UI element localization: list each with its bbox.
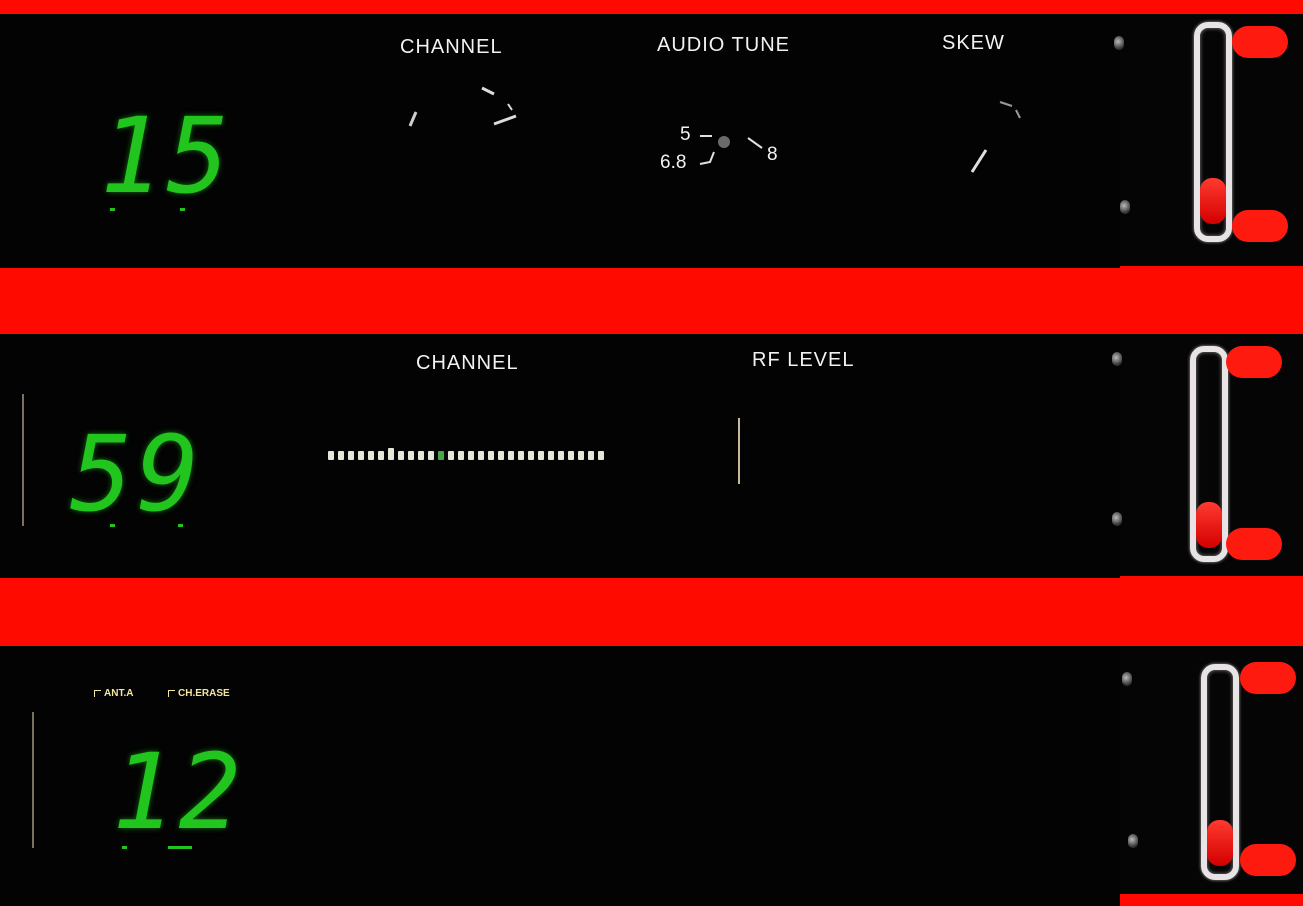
bar-segment — [518, 451, 524, 460]
bar-segment — [528, 451, 534, 460]
knob-tick — [408, 111, 418, 127]
bar-segment — [388, 448, 394, 460]
rack-screw — [1122, 672, 1132, 686]
receiver-rack-photo: 15 CHANNEL AUDIO TUNE SKEW 5 6.8 8 59 CH… — [0, 0, 1303, 906]
bar-segment — [538, 451, 544, 460]
bar-segment — [558, 451, 564, 460]
scale-tick — [747, 137, 763, 149]
red-rack-band — [0, 268, 1303, 334]
rack-screw — [1128, 834, 1138, 848]
channel-display-1: 15 — [100, 95, 234, 217]
bar-segment — [588, 451, 594, 460]
rack-screw — [1112, 512, 1122, 526]
rack-handle-2[interactable] — [1190, 346, 1228, 562]
bar-segment — [498, 451, 504, 460]
display-dot — [110, 208, 115, 211]
rack-screw — [1120, 200, 1130, 214]
channel-label: CHANNEL — [400, 36, 503, 58]
audio-tune-scale-6-8: 6.8 — [660, 152, 687, 173]
bar-segment — [418, 451, 424, 460]
bar-segment — [508, 451, 514, 460]
rack-red-tab — [1232, 210, 1288, 242]
channel-display-2: 59 — [70, 413, 204, 535]
rack-red-tab — [1232, 26, 1288, 58]
skew-knob-scale — [970, 101, 1021, 173]
bar-segment — [428, 451, 434, 460]
audio-tune-scale-5: 5 — [680, 124, 691, 145]
bar-segment — [478, 451, 484, 460]
rack-screw — [1112, 352, 1122, 366]
display-dot — [178, 524, 183, 527]
handle-red-grip — [1196, 502, 1222, 548]
channel-label: CHANNEL — [416, 352, 519, 374]
knob-tick — [999, 101, 1013, 107]
bar-segment — [368, 451, 374, 460]
bar-segment — [568, 451, 574, 460]
red-rack-band-bottom — [1120, 894, 1303, 906]
bar-segment — [448, 451, 454, 460]
indicator-ant-a: ANT.A — [94, 688, 133, 699]
bar-segment — [348, 451, 354, 460]
bar-segment — [458, 451, 464, 460]
red-rack-band-top — [0, 0, 1303, 14]
bar-segment — [598, 451, 604, 460]
rack-screw — [1114, 36, 1124, 50]
bar-segment — [398, 451, 404, 460]
knob-shaft — [718, 136, 730, 148]
bar-segment — [578, 451, 584, 460]
rack-red-tab — [1240, 844, 1296, 876]
handle-red-grip — [1207, 820, 1233, 866]
knob-tick — [1015, 109, 1021, 119]
rack-handle-3[interactable] — [1201, 664, 1239, 880]
bar-segment — [338, 451, 344, 460]
rf-level-meter-needle — [738, 418, 740, 484]
bar-segment — [468, 451, 474, 460]
display-dot — [122, 846, 127, 849]
indicator-ch-erase: CH.ERASE — [168, 688, 230, 699]
bar-segment — [408, 451, 414, 460]
channel-display-3: 12 — [112, 731, 246, 853]
handle-red-grip — [1200, 178, 1226, 224]
audio-tune-label: AUDIO TUNE — [657, 34, 790, 56]
display-dot — [168, 846, 192, 849]
display-dot — [180, 208, 185, 211]
bar-segment — [488, 451, 494, 460]
skew-label: SKEW — [942, 32, 1005, 54]
channel-knob-scale — [408, 86, 517, 127]
bar-segment — [548, 451, 554, 460]
display-dot — [110, 524, 115, 527]
bar-segment — [328, 451, 334, 460]
panel-seam — [32, 712, 34, 848]
knob-tick — [493, 114, 517, 126]
scale-tick — [699, 151, 715, 165]
audio-tune-knob[interactable] — [690, 124, 770, 174]
knob-tick — [481, 86, 495, 96]
red-rack-band — [0, 578, 1303, 646]
rack-red-tab — [1226, 346, 1282, 378]
bar-segment — [358, 451, 364, 460]
bar-segment — [378, 451, 384, 460]
rack-red-tab — [1240, 662, 1296, 694]
knob-tick — [970, 149, 988, 173]
rack-red-tab — [1226, 528, 1282, 560]
knob-tick — [507, 103, 513, 111]
rack-handle-1[interactable] — [1194, 22, 1232, 242]
bar-segment-lit — [438, 451, 444, 460]
panel-seam — [22, 394, 24, 526]
rf-level-label: RF LEVEL — [752, 349, 855, 371]
channel-bargraph — [328, 446, 608, 460]
